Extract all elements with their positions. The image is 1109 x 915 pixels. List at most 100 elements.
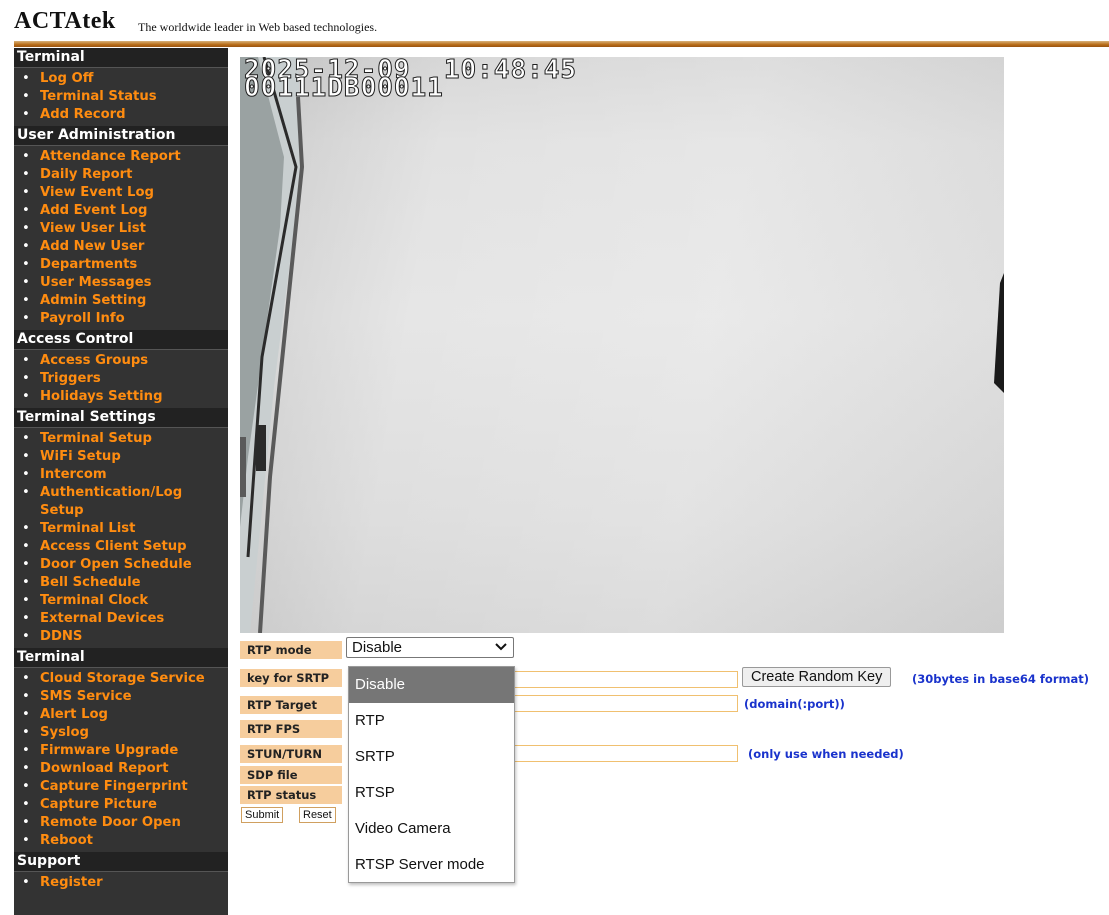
sidebar-item-label[interactable]: Terminal Status bbox=[40, 89, 157, 104]
sidebar-item[interactable]: • Holidays Setting bbox=[14, 388, 228, 406]
sidebar-item[interactable]: • Admin Setting bbox=[14, 292, 228, 310]
sidebar-item-label[interactable]: Firmware Upgrade bbox=[40, 743, 178, 758]
sidebar-item[interactable]: • Terminal Clock bbox=[14, 592, 228, 610]
sidebar-item[interactable]: • Capture Picture bbox=[14, 796, 228, 814]
sidebar-item-label[interactable]: View User List bbox=[40, 221, 146, 236]
rtp-target-label: RTP Target bbox=[240, 696, 342, 714]
sidebar-item[interactable]: • Terminal Status bbox=[14, 88, 228, 106]
sidebar-item-label[interactable]: Access Groups bbox=[40, 353, 148, 368]
submit-button[interactable]: Submit bbox=[241, 807, 284, 823]
sidebar-item-label[interactable]: Attendance Report bbox=[40, 149, 181, 164]
sidebar-item[interactable]: • Intercom bbox=[14, 466, 228, 484]
sidebar-item-label[interactable]: View Event Log bbox=[40, 185, 154, 200]
sidebar-item[interactable]: • Triggers bbox=[14, 370, 228, 388]
sidebar-item-label[interactable]: SMS Service bbox=[40, 689, 132, 704]
sidebar-item-label[interactable]: Access Client Setup bbox=[40, 539, 187, 554]
create-random-key-button[interactable]: Create Random Key bbox=[742, 667, 892, 687]
sidebar-item[interactable]: • Door Open Schedule bbox=[14, 556, 228, 574]
sdp-file-label: SDP file bbox=[240, 766, 342, 784]
sidebar-item-label[interactable]: Terminal Setup bbox=[40, 431, 152, 446]
sidebar-item[interactable]: • User Messages bbox=[14, 274, 228, 292]
sidebar-item-label[interactable]: DDNS bbox=[40, 629, 82, 644]
sidebar-item[interactable]: • Bell Schedule bbox=[14, 574, 228, 592]
sidebar-item-label[interactable]: Departments bbox=[40, 257, 137, 272]
rtp-mode-selected-value: Disable bbox=[352, 639, 403, 656]
sidebar-item[interactable]: • Download Report bbox=[14, 760, 228, 778]
sidebar-item[interactable]: • Terminal Setup bbox=[14, 430, 228, 448]
sidebar-item-label[interactable]: Authentication/Log Setup bbox=[40, 485, 182, 518]
sidebar-item-label[interactable]: Triggers bbox=[40, 371, 101, 386]
sidebar-item[interactable]: • Register bbox=[14, 874, 228, 892]
dropdown-option[interactable]: SRTP bbox=[349, 739, 514, 775]
sidebar-item[interactable]: • WiFi Setup bbox=[14, 448, 228, 466]
sidebar-item-label[interactable]: Register bbox=[40, 875, 103, 890]
bullet-icon: • bbox=[22, 539, 30, 554]
sidebar-item-label[interactable]: Terminal List bbox=[40, 521, 135, 536]
sidebar-item[interactable]: • Capture Fingerprint bbox=[14, 778, 228, 796]
rtp-mode-select[interactable]: Disable bbox=[346, 637, 514, 658]
sidebar-item[interactable]: • Departments bbox=[14, 256, 228, 274]
sidebar-item-label[interactable]: WiFi Setup bbox=[40, 449, 121, 464]
dropdown-option[interactable]: RTSP bbox=[349, 775, 514, 811]
stun-turn-hint: (only use when needed) bbox=[748, 747, 904, 761]
rtp-status-label: RTP status bbox=[240, 786, 342, 804]
bullet-icon: • bbox=[22, 89, 30, 104]
bullet-icon: • bbox=[22, 611, 30, 626]
sidebar-item-label[interactable]: Intercom bbox=[40, 467, 107, 482]
sidebar-item[interactable]: • Reboot bbox=[14, 832, 228, 850]
sidebar-item[interactable]: • Firmware Upgrade bbox=[14, 742, 228, 760]
sidebar-item-label[interactable]: Cloud Storage Service bbox=[40, 671, 205, 686]
sidebar-item-label[interactable]: Add New User bbox=[40, 239, 144, 254]
sidebar-item-label[interactable]: Download Report bbox=[40, 761, 169, 776]
sidebar-item[interactable]: • Access Groups bbox=[14, 352, 228, 370]
rtp-fps-label: RTP FPS bbox=[240, 720, 342, 738]
sidebar-item-label[interactable]: User Messages bbox=[40, 275, 152, 290]
bullet-icon: • bbox=[22, 467, 30, 482]
sidebar-item-label[interactable]: Alert Log bbox=[40, 707, 108, 722]
sidebar-item[interactable]: • View User List bbox=[14, 220, 228, 238]
sidebar-item[interactable]: • Add Record bbox=[14, 106, 228, 124]
sidebar-item-label[interactable]: Capture Picture bbox=[40, 797, 157, 812]
sidebar-item-label[interactable]: Add Record bbox=[40, 107, 126, 122]
dropdown-option[interactable]: RTP bbox=[349, 703, 514, 739]
sidebar-item[interactable]: • Alert Log bbox=[14, 706, 228, 724]
bullet-icon: • bbox=[22, 797, 30, 812]
sidebar-item[interactable]: • DDNS bbox=[14, 628, 228, 646]
sidebar-item-label[interactable]: Syslog bbox=[40, 725, 89, 740]
sidebar-item[interactable]: • Authentication/Log Setup bbox=[14, 484, 228, 520]
sidebar-item[interactable]: • Log Off bbox=[14, 70, 228, 88]
sidebar-item[interactable]: • Access Client Setup bbox=[14, 538, 228, 556]
bullet-icon: • bbox=[22, 257, 30, 272]
sidebar-item[interactable]: • Syslog bbox=[14, 724, 228, 742]
sidebar-item-label[interactable]: Log Off bbox=[40, 71, 93, 86]
sidebar-item[interactable]: • View Event Log bbox=[14, 184, 228, 202]
sidebar-item-label[interactable]: Remote Door Open bbox=[40, 815, 181, 830]
sidebar-item[interactable]: • SMS Service bbox=[14, 688, 228, 706]
sidebar-item[interactable]: • External Devices bbox=[14, 610, 228, 628]
sidebar-item[interactable]: • Payroll Info bbox=[14, 310, 228, 328]
sidebar-item-label[interactable]: Door Open Schedule bbox=[40, 557, 192, 572]
sidebar-item[interactable]: • Add New User bbox=[14, 238, 228, 256]
sidebar-item[interactable]: • Add Event Log bbox=[14, 202, 228, 220]
sidebar-item-label[interactable]: Admin Setting bbox=[40, 293, 146, 308]
sidebar-item-label[interactable]: Daily Report bbox=[40, 167, 132, 182]
sidebar-item-label[interactable]: Terminal Clock bbox=[40, 593, 148, 608]
sidebar-item-label[interactable]: Bell Schedule bbox=[40, 575, 141, 590]
reset-button[interactable]: Reset bbox=[299, 807, 336, 823]
sidebar-item-label[interactable]: Capture Fingerprint bbox=[40, 779, 188, 794]
dropdown-option[interactable]: Video Camera bbox=[349, 811, 514, 847]
sidebar-item[interactable]: • Terminal List bbox=[14, 520, 228, 538]
sidebar-item[interactable]: • Attendance Report bbox=[14, 148, 228, 166]
dropdown-option[interactable]: RTSP Server mode bbox=[349, 847, 514, 883]
sidebar-section-title: User Administration bbox=[14, 126, 228, 146]
sidebar-item-label[interactable]: Holidays Setting bbox=[40, 389, 163, 404]
sidebar-item[interactable]: • Remote Door Open bbox=[14, 814, 228, 832]
sidebar-item[interactable]: • Daily Report bbox=[14, 166, 228, 184]
sidebar-menu: • Register bbox=[14, 872, 228, 894]
sidebar-item-label[interactable]: Reboot bbox=[40, 833, 93, 848]
sidebar-item[interactable]: • Cloud Storage Service bbox=[14, 670, 228, 688]
sidebar-item-label[interactable]: External Devices bbox=[40, 611, 164, 626]
dropdown-option[interactable]: Disable bbox=[349, 667, 514, 703]
sidebar-item-label[interactable]: Payroll Info bbox=[40, 311, 125, 326]
sidebar-item-label[interactable]: Add Event Log bbox=[40, 203, 147, 218]
